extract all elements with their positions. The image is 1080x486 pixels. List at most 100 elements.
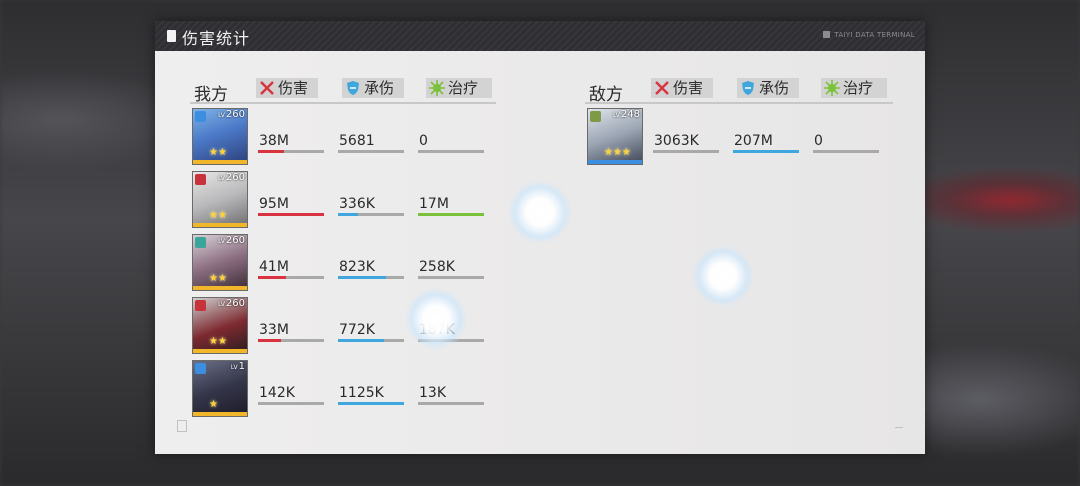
taken-stat: 823K	[338, 259, 404, 279]
character-portrait[interactable]: LV260 ★★	[192, 297, 248, 354]
heal-burst-icon	[429, 80, 445, 96]
character-portrait[interactable]: LV248 ★★★	[587, 108, 643, 165]
taken-bar-track	[338, 150, 404, 153]
class-badge-icon	[195, 237, 206, 248]
taken-stat: 1125K	[338, 385, 404, 405]
damage-stat: 142K	[258, 385, 324, 405]
crossed-swords-icon	[655, 81, 669, 95]
class-badge-icon	[195, 174, 206, 185]
star-rating: ★★★	[604, 147, 631, 158]
class-badge-icon	[195, 363, 206, 374]
corner-mark-left	[177, 420, 187, 432]
ally-taken-label: 承伤	[364, 79, 395, 97]
ally-row: LV260 ★★ 38M 5681 0	[192, 108, 492, 165]
enemy-damage-header: 伤害	[651, 78, 713, 98]
enemy-damage-label: 伤害	[673, 79, 704, 97]
character-portrait[interactable]: LV1 ★	[192, 360, 248, 417]
level-value: 260	[225, 235, 245, 246]
ally-header: 我方 伤害 承伤 治疗	[190, 78, 496, 105]
taken-bar-fill	[338, 213, 358, 216]
heal-value: 0	[419, 133, 428, 149]
taken-bar-fill	[338, 339, 384, 342]
enemy-header: 敌方 伤害 承伤 治疗	[585, 78, 893, 105]
shield-icon	[742, 81, 754, 95]
heal-bar-track	[418, 150, 484, 153]
ally-row: LV260 ★★ 41M 823K 258K	[192, 234, 492, 291]
taken-value: 1125K	[339, 385, 384, 401]
taken-stat: 772K	[338, 322, 404, 342]
damage-bar-fill	[258, 276, 287, 279]
taken-bar-fill	[338, 402, 404, 405]
taken-bar-fill	[733, 150, 799, 153]
ally-taken-header: 承伤	[342, 78, 404, 98]
level-value: 260	[225, 109, 245, 120]
heal-bar-track	[418, 213, 484, 216]
rarity-bar	[193, 223, 247, 227]
damage-bar-track	[653, 150, 719, 153]
damage-bar-track	[258, 213, 324, 216]
taken-bar-track	[338, 402, 404, 405]
level-prefix: LV	[218, 301, 225, 308]
enemy-taken-label: 承伤	[759, 79, 790, 97]
star-rating: ★★	[209, 273, 227, 284]
damage-value: 33M	[259, 322, 289, 338]
terminal-icon	[823, 31, 831, 38]
damage-bar-fill	[258, 213, 324, 216]
enemy-taken-header: 承伤	[737, 78, 799, 98]
enemy-heal-label: 治疗	[843, 79, 874, 97]
character-portrait[interactable]: LV260 ★★	[192, 234, 248, 291]
ally-row: LV260 ★★ 95M 336K 17M	[192, 171, 492, 228]
heal-bar-track	[418, 402, 484, 405]
class-badge-icon	[590, 111, 601, 122]
heal-stat: 17M	[418, 196, 484, 216]
taken-value: 772K	[339, 322, 375, 338]
character-portrait[interactable]: LV260 ★★	[192, 108, 248, 165]
heal-stat: 0	[813, 133, 879, 153]
damage-value: 38M	[259, 133, 289, 149]
ally-damage-header: 伤害	[256, 78, 318, 98]
level-label: LV248	[613, 109, 640, 120]
taken-stat: 207M	[733, 133, 799, 153]
heal-value: 17M	[419, 196, 449, 212]
damage-value: 41M	[259, 259, 289, 275]
damage-bar-track	[258, 339, 324, 342]
damage-stat: 33M	[258, 322, 324, 342]
taken-stat: 5681	[338, 133, 404, 153]
damage-stat: 38M	[258, 133, 324, 153]
enemy-title: 敌方	[589, 85, 623, 105]
taken-bar-track	[338, 213, 404, 216]
damage-bar-fill	[258, 150, 285, 153]
damage-value: 142K	[259, 385, 295, 401]
class-badge-icon	[195, 300, 206, 311]
character-portrait[interactable]: LV260 ★★	[192, 171, 248, 228]
heal-bar-fill	[418, 213, 484, 216]
damage-stat: 41M	[258, 259, 324, 279]
level-value: 1	[238, 361, 245, 372]
damage-bar-track	[258, 276, 324, 279]
taken-bar-track	[733, 150, 799, 153]
level-label: LV260	[218, 298, 245, 309]
rarity-bar	[588, 160, 642, 164]
taken-bar-track	[338, 276, 404, 279]
damage-bar-track	[258, 150, 324, 153]
level-label: LV1	[231, 361, 245, 372]
heal-stat: 13K	[418, 385, 484, 405]
ally-damage-label: 伤害	[278, 79, 309, 97]
level-value: 260	[225, 298, 245, 309]
terminal-text: TAIYI DATA TERMINAL	[834, 31, 915, 39]
heal-stat: 0	[418, 133, 484, 153]
star-rating: ★★	[209, 336, 227, 347]
class-badge-icon	[195, 111, 206, 122]
rarity-bar	[193, 412, 247, 416]
enemy-heal-header: 治疗	[821, 78, 887, 98]
heal-bar-track	[813, 150, 879, 153]
star-rating: ★★	[209, 210, 227, 221]
damage-stat: 3063K	[653, 133, 719, 153]
damage-stat: 95M	[258, 196, 324, 216]
light-orb	[508, 180, 572, 244]
star-rating: ★★	[209, 147, 227, 158]
taken-value: 207M	[734, 133, 773, 149]
star-rating: ★	[209, 399, 218, 410]
level-prefix: LV	[230, 364, 238, 371]
level-prefix: LV	[218, 112, 225, 119]
